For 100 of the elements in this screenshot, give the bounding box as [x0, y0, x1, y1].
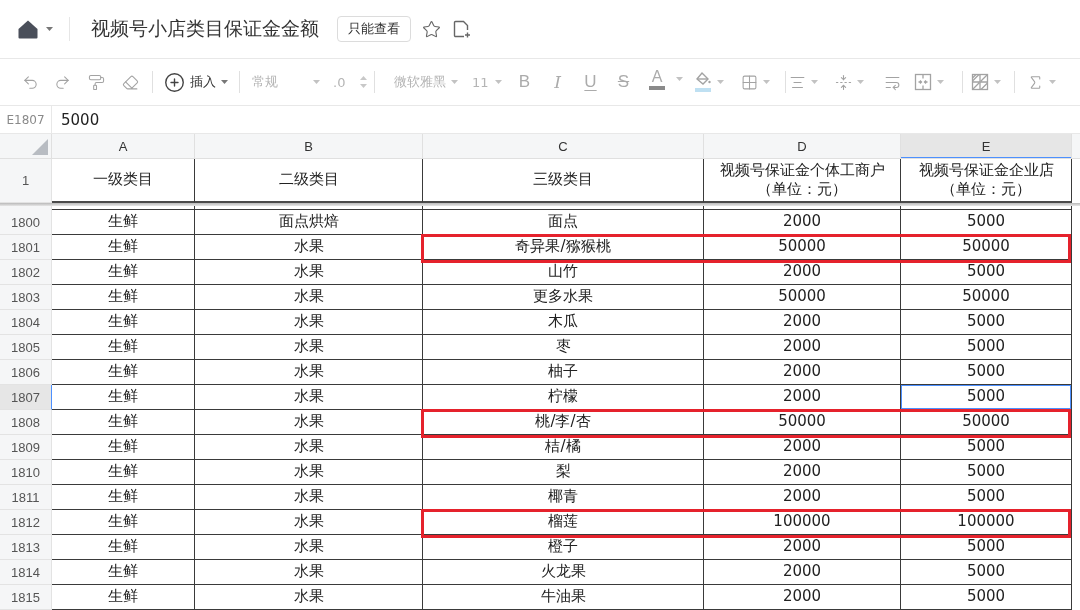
table-cell[interactable]: 更多水果 [423, 285, 704, 310]
table-cell[interactable]: 2000 [704, 335, 901, 360]
table-cell[interactable]: 生鲜 [52, 485, 195, 510]
column-header[interactable]: E [901, 134, 1072, 158]
table-cell[interactable]: 5000 [901, 585, 1072, 610]
table-cell[interactable]: 生鲜 [52, 460, 195, 485]
table-cell[interactable]: 生鲜 [52, 285, 195, 310]
row-header[interactable]: 1810 [0, 460, 52, 485]
table-cell[interactable]: 水果 [195, 485, 423, 510]
table-cell[interactable]: 2000 [704, 460, 901, 485]
table-cell[interactable]: 100000 [704, 510, 901, 535]
row-header[interactable]: 1806 [0, 360, 52, 385]
table-cell[interactable]: 50000 [704, 285, 901, 310]
header-cell[interactable]: 视频号保证金个体工商户（单位：元） [704, 159, 901, 203]
table-cell[interactable]: 2000 [704, 310, 901, 335]
plus-circle-icon [164, 71, 185, 93]
row-header[interactable]: 1804 [0, 310, 52, 335]
table-cell[interactable]: 生鲜 [52, 560, 195, 585]
table-cell[interactable]: 奇异果/猕猴桃 [423, 235, 704, 260]
insert-button[interactable]: 插入 [164, 68, 230, 96]
eraser-icon [121, 73, 139, 91]
table-cell[interactable]: 火龙果 [423, 560, 704, 585]
table-cell[interactable]: 水果 [195, 585, 423, 610]
header-cell[interactable]: 一级类目 [52, 159, 195, 203]
table-cell[interactable]: 牛油果 [423, 585, 704, 610]
table-cell[interactable]: 枣 [423, 335, 704, 360]
table-cell[interactable]: 水果 [195, 560, 423, 585]
row-header[interactable]: 1 [0, 159, 52, 203]
header-cell[interactable]: 视频号保证金企业店（单位：元） [901, 159, 1072, 203]
table-cell[interactable]: 5000 [901, 360, 1072, 385]
table-cell[interactable]: 木瓜 [423, 310, 704, 335]
table-cell[interactable]: 生鲜 [52, 410, 195, 435]
table-cell[interactable]: 5000 [901, 560, 1072, 585]
table-cell[interactable]: 生鲜 [52, 510, 195, 535]
table-cell[interactable]: 水果 [195, 535, 423, 560]
table-cell[interactable]: 水果 [195, 510, 423, 535]
table-cell[interactable]: 生鲜 [52, 310, 195, 335]
table-cell[interactable]: 50000 [704, 410, 901, 435]
row-header[interactable]: 1813 [0, 535, 52, 560]
table-cell[interactable]: 梨 [423, 460, 704, 485]
column-header[interactable]: B [195, 134, 423, 158]
table-cell[interactable]: 生鲜 [52, 360, 195, 385]
row-header[interactable]: 1807 [0, 385, 52, 410]
table-cell[interactable]: 50000 [901, 410, 1072, 435]
table-cell[interactable]: 生鲜 [52, 260, 195, 285]
caret-icon [46, 27, 53, 31]
column-header[interactable]: C [423, 134, 704, 158]
table-cell[interactable]: 50000 [901, 235, 1072, 260]
home-button[interactable] [18, 19, 53, 39]
row-header[interactable]: 1800 [0, 210, 52, 235]
table-cell[interactable]: 50000 [704, 235, 901, 260]
table-cell[interactable]: 生鲜 [52, 210, 195, 235]
table-cell[interactable]: 水果 [195, 385, 423, 410]
caret-icon [495, 80, 502, 84]
row-header[interactable]: 1805 [0, 335, 52, 360]
table-cell[interactable]: 水果 [195, 310, 423, 335]
table-cell[interactable]: 生鲜 [52, 535, 195, 560]
row-header[interactable]: 1808 [0, 410, 52, 435]
formula-input[interactable]: 5000 [52, 106, 1080, 133]
table-cell[interactable]: 水果 [195, 410, 423, 435]
row-header[interactable]: 1801 [0, 235, 52, 260]
table-cell[interactable]: 桃/李/杏 [423, 410, 704, 435]
header-cell[interactable]: 二级类目 [195, 159, 423, 203]
table-cell[interactable]: 生鲜 [52, 385, 195, 410]
row-header[interactable]: 1814 [0, 560, 52, 585]
table-cell[interactable]: 榴莲 [423, 510, 704, 535]
new-document-button[interactable] [453, 20, 471, 38]
table-cell[interactable]: 柚子 [423, 360, 704, 385]
table-cell[interactable]: 5000 [901, 460, 1072, 485]
table-cell[interactable]: 水果 [195, 235, 423, 260]
table-cell[interactable]: 水果 [195, 460, 423, 485]
table-cell[interactable]: 100000 [901, 510, 1072, 535]
table-cell[interactable]: 水果 [195, 360, 423, 385]
row-header[interactable]: 1812 [0, 510, 52, 535]
table-cell[interactable]: 水果 [195, 260, 423, 285]
table-cell[interactable]: 生鲜 [52, 335, 195, 360]
select-all-icon[interactable] [32, 139, 48, 155]
row-header[interactable]: 1809 [0, 435, 52, 460]
table-cell[interactable]: 水果 [195, 285, 423, 310]
table-cell[interactable]: 5000 [901, 385, 1072, 410]
table-cell[interactable]: 5000 [901, 310, 1072, 335]
table-cell[interactable]: 5000 [901, 335, 1072, 360]
table-cell[interactable]: 2000 [704, 360, 901, 385]
row-header[interactable]: 1802 [0, 260, 52, 285]
table-cell[interactable]: 生鲜 [52, 435, 195, 460]
stepper-icon [360, 75, 367, 89]
table-cell[interactable]: 生鲜 [52, 585, 195, 610]
table-cell[interactable]: 水果 [195, 335, 423, 360]
row-header[interactable]: 1811 [0, 485, 52, 510]
column-header[interactable]: A [52, 134, 195, 158]
table-cell[interactable]: 2000 [704, 585, 901, 610]
table-cell[interactable]: 水果 [195, 435, 423, 460]
table-cell[interactable]: 面点烘焙 [195, 210, 423, 235]
header-cell[interactable]: 三级类目 [423, 159, 704, 203]
table-cell[interactable]: 2000 [704, 560, 901, 585]
row-header[interactable]: 1803 [0, 285, 52, 310]
row-header[interactable]: 1815 [0, 585, 52, 610]
favorite-button[interactable] [422, 19, 441, 39]
table-cell[interactable]: 生鲜 [52, 235, 195, 260]
table-cell[interactable]: 50000 [901, 285, 1072, 310]
